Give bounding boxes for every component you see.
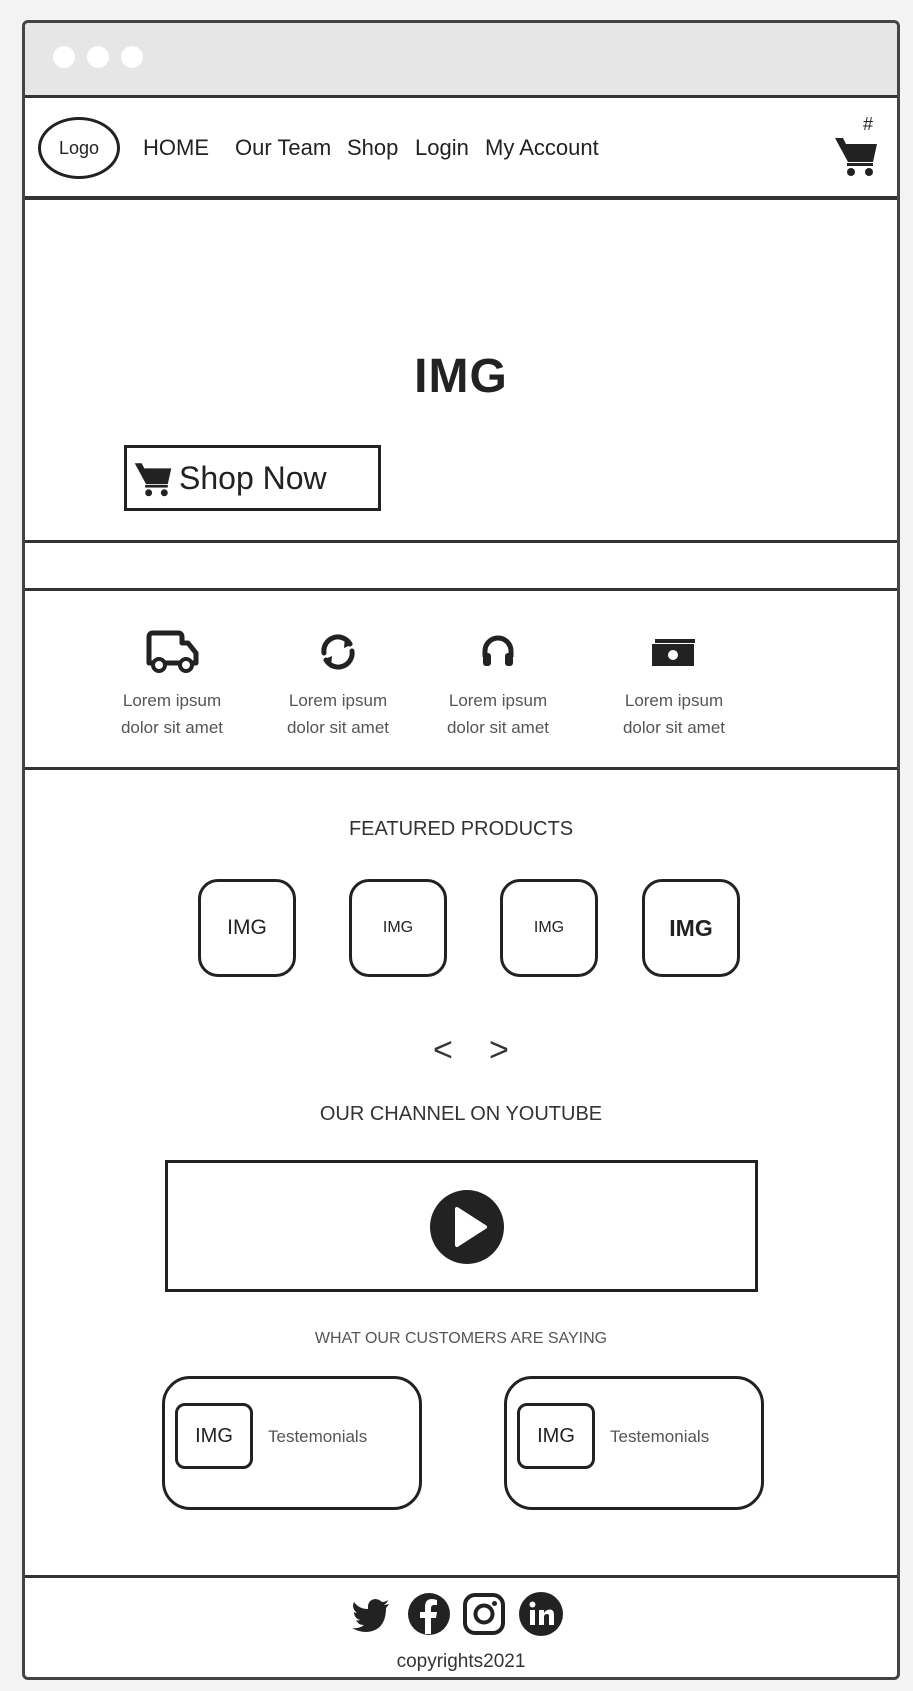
feature-text-line1: Lorem ipsum — [624, 691, 724, 710]
footer: copyrights2021 — [25, 1575, 897, 1680]
logo[interactable]: Logo — [38, 117, 120, 179]
feature-item: Lorem ipsum dolor sit amet — [97, 629, 247, 741]
carousel-prev-arrow[interactable]: < — [433, 1033, 453, 1067]
feature-text-line1: Lorem ipsum — [288, 691, 388, 710]
feature-item: Lorem ipsum dolor sit amet — [599, 629, 749, 741]
delivery-truck-icon — [146, 630, 199, 673]
nav-link-my-account[interactable]: My Account — [485, 135, 599, 161]
featured-products-title: FEATURED PRODUCTS — [348, 818, 574, 840]
nav-link-our-team[interactable]: Our Team — [235, 135, 331, 161]
features-strip: Lorem ipsum dolor sit amet Lorem ipsum d… — [25, 588, 897, 770]
nav-link-home[interactable]: HOME — [143, 135, 209, 161]
testimonial-text: Testemonials — [610, 1427, 710, 1446]
nav-link-shop[interactable]: Shop — [347, 135, 398, 161]
product-card[interactable]: IMG — [642, 879, 740, 977]
shop-now-label: Shop Now — [179, 459, 327, 496]
feature-text-line1: Lorem ipsum — [122, 691, 222, 710]
feature-text-line2: dolor sit amet — [622, 718, 726, 737]
window-dot-minimize[interactable] — [87, 46, 109, 68]
shop-now-button[interactable]: Shop Now — [124, 445, 381, 511]
feature-text-line2: dolor sit amet — [286, 718, 390, 737]
play-icon[interactable] — [429, 1189, 505, 1265]
window-titlebar — [25, 23, 897, 98]
feature-item: Lorem ipsum dolor sit amet — [423, 629, 573, 741]
youtube-video-player[interactable] — [165, 1160, 758, 1292]
product-card[interactable]: IMG — [349, 879, 447, 977]
feature-text-line1: Lorem ipsum — [448, 691, 548, 710]
browser-window: Logo HOME Our Team Shop Login My Account… — [22, 20, 900, 1680]
hero-banner: IMG Shop Now — [25, 201, 897, 543]
navbar: Logo HOME Our Team Shop Login My Account… — [25, 98, 897, 200]
nav-link-login[interactable]: Login — [415, 135, 469, 161]
carousel-next-arrow[interactable]: > — [489, 1033, 509, 1067]
product-card[interactable]: IMG — [198, 879, 296, 977]
instagram-icon[interactable] — [460, 1590, 508, 1638]
hero-image-placeholder: IMG — [414, 350, 508, 403]
testimonial-text: Testemonials — [268, 1427, 368, 1446]
feature-text-line2: dolor sit amet — [120, 718, 224, 737]
window-dot-close[interactable] — [53, 46, 75, 68]
cart-icon — [134, 463, 172, 497]
testimonial-image: IMG — [517, 1403, 595, 1469]
refresh-icon — [321, 634, 355, 670]
cart-icon — [835, 138, 877, 176]
copyright-text: copyrights2021 — [396, 1651, 526, 1672]
feature-item: Lorem ipsum dolor sit amet — [263, 629, 413, 741]
cart-button[interactable]: # — [833, 114, 885, 178]
testimonial-card: IMG Testemonials — [504, 1376, 764, 1510]
product-card[interactable]: IMG — [500, 879, 598, 977]
testimonial-card: IMG Testemonials — [162, 1376, 422, 1510]
twitter-icon[interactable] — [347, 1590, 395, 1638]
testimonial-image: IMG — [175, 1403, 253, 1469]
linkedin-icon[interactable] — [517, 1590, 565, 1638]
testimonials-title: WHAT OUR CUSTOMERS ARE SAYING — [314, 1330, 608, 1347]
headphones-icon — [482, 635, 514, 666]
money-icon — [652, 639, 695, 666]
youtube-title: OUR CHANNEL ON YOUTUBE — [319, 1103, 603, 1125]
facebook-icon[interactable] — [405, 1590, 453, 1638]
feature-text-line2: dolor sit amet — [446, 718, 550, 737]
window-dot-maximize[interactable] — [121, 46, 143, 68]
